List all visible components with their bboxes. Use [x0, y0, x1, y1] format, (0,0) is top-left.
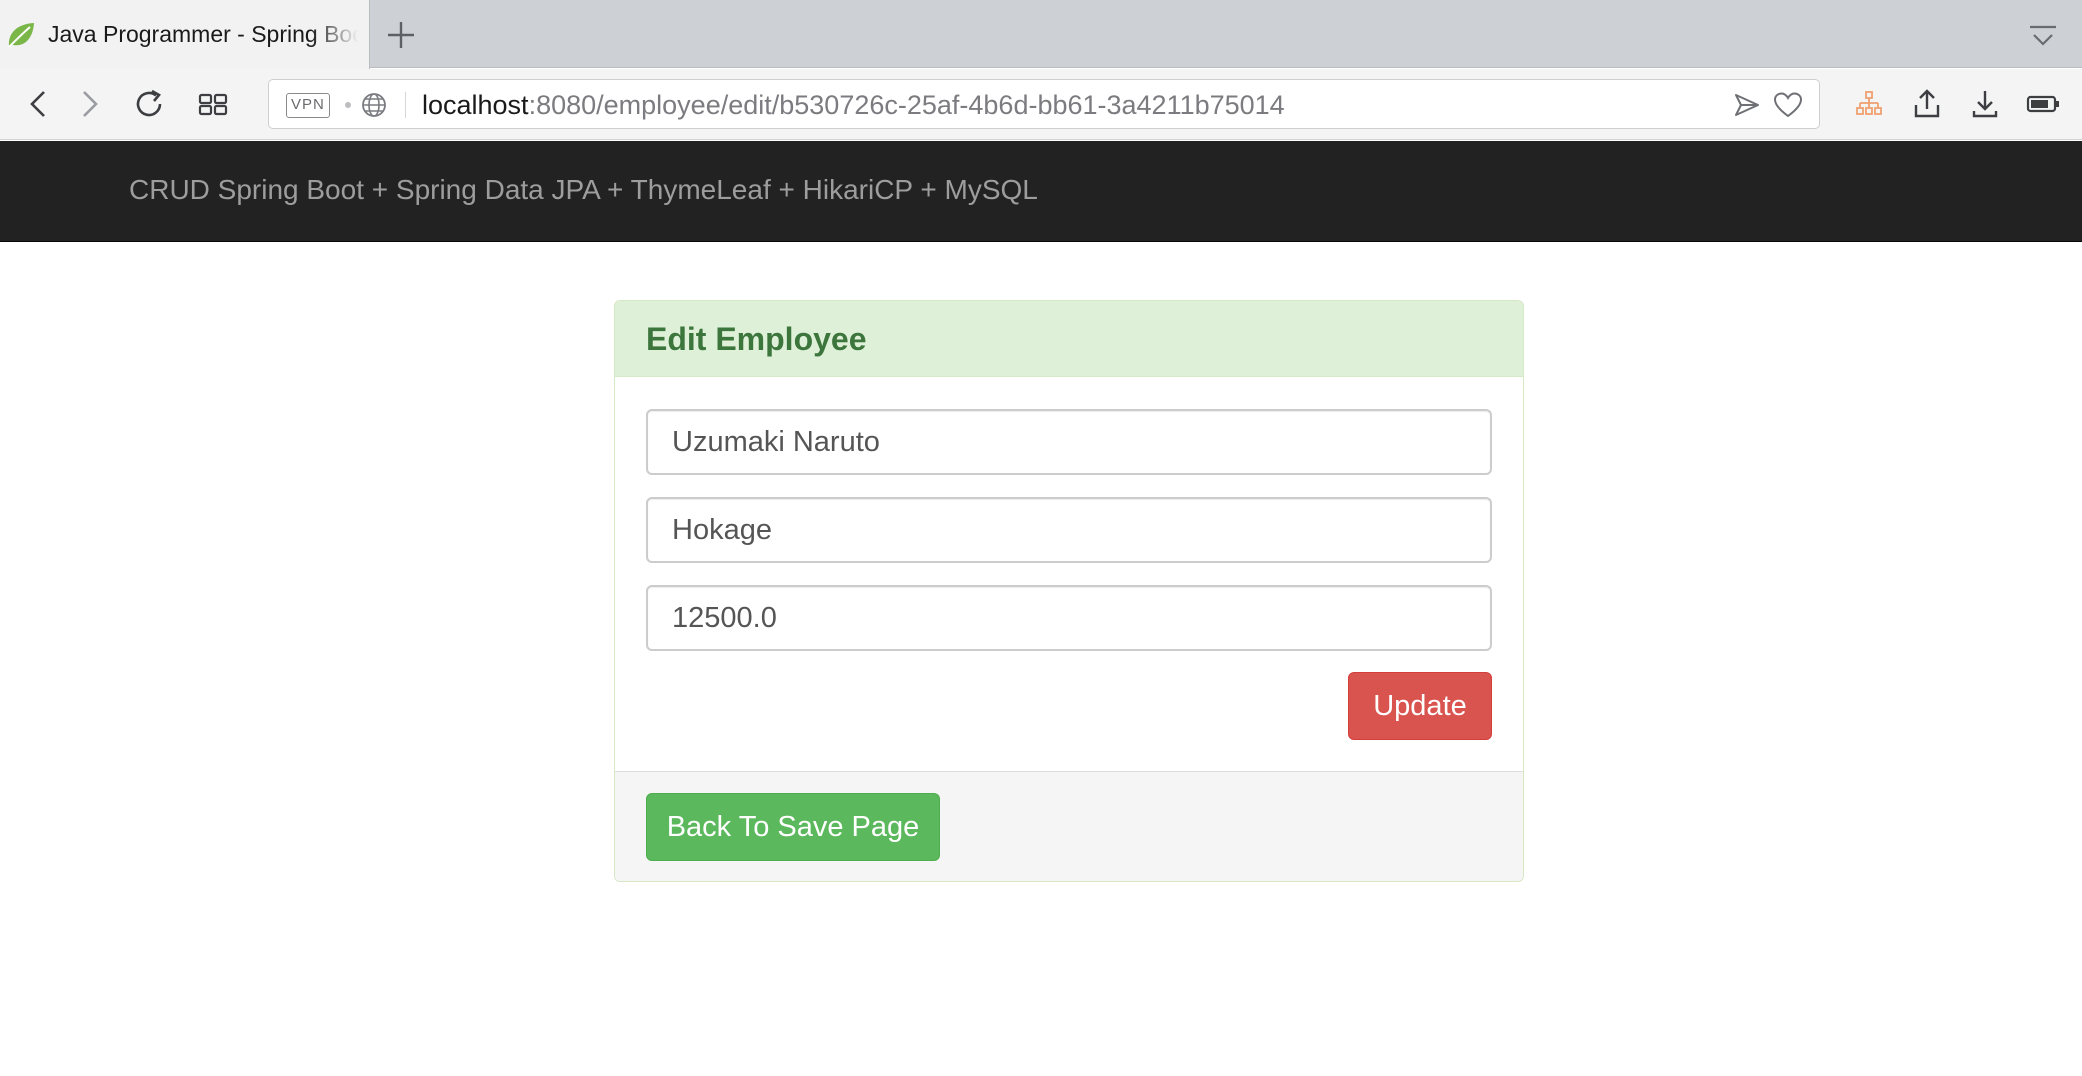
url-divider	[405, 92, 406, 118]
panel-title: Edit Employee	[646, 321, 867, 357]
forward-icon[interactable]	[72, 87, 106, 121]
back-icon[interactable]	[22, 87, 56, 121]
url-separator-dot	[345, 102, 351, 108]
tab-menu-icon[interactable]	[2028, 24, 2058, 48]
speed-dial-icon[interactable]	[196, 87, 230, 121]
tab-title: Java Programmer - Spring Boot	[48, 21, 358, 47]
download-icon[interactable]	[1968, 87, 2002, 121]
url-text[interactable]: localhost:8080/employee/edit/b530726c-25…	[422, 90, 1285, 120]
edit-employee-panel: Edit Employee Update Back To Save Page	[614, 300, 1524, 882]
navbar-brand[interactable]: CRUD Spring Boot + Spring Data JPA + Thy…	[129, 174, 1038, 206]
name-input[interactable]	[646, 409, 1492, 475]
send-icon[interactable]	[1733, 92, 1761, 118]
back-to-save-page-button[interactable]: Back To Save Page	[646, 793, 940, 861]
globe-icon[interactable]	[361, 92, 387, 118]
url-path: :8080/employee/edit/b530726c-25af-4b6d-b…	[528, 90, 1285, 120]
vpn-badge[interactable]: VPN	[286, 93, 330, 118]
new-tab-icon[interactable]	[384, 18, 418, 52]
navbar: CRUD Spring Boot + Spring Data JPA + Thy…	[0, 141, 2082, 242]
browser-toolbar: VPN localhost:8080/employee/edit/b530726…	[0, 69, 2082, 140]
tab-bar: Java Programmer - Spring Boot	[0, 0, 2082, 69]
bookmark-heart-icon[interactable]	[1773, 91, 1803, 119]
position-input[interactable]	[646, 497, 1492, 563]
battery-icon[interactable]	[2026, 87, 2060, 121]
salary-input[interactable]	[646, 585, 1492, 651]
spring-leaf-icon	[8, 22, 34, 48]
url-host: localhost	[422, 90, 529, 120]
browser-tab[interactable]: Java Programmer - Spring Boot	[0, 0, 370, 69]
update-button[interactable]: Update	[1348, 672, 1492, 740]
share-icon[interactable]	[1910, 87, 1944, 121]
panel-heading: Edit Employee	[615, 301, 1523, 377]
sitemap-extension-icon[interactable]	[1852, 87, 1886, 121]
address-bar[interactable]: VPN localhost:8080/employee/edit/b530726…	[268, 79, 1820, 129]
panel-footer: Back To Save Page	[615, 771, 1523, 881]
reload-icon[interactable]	[132, 87, 166, 121]
